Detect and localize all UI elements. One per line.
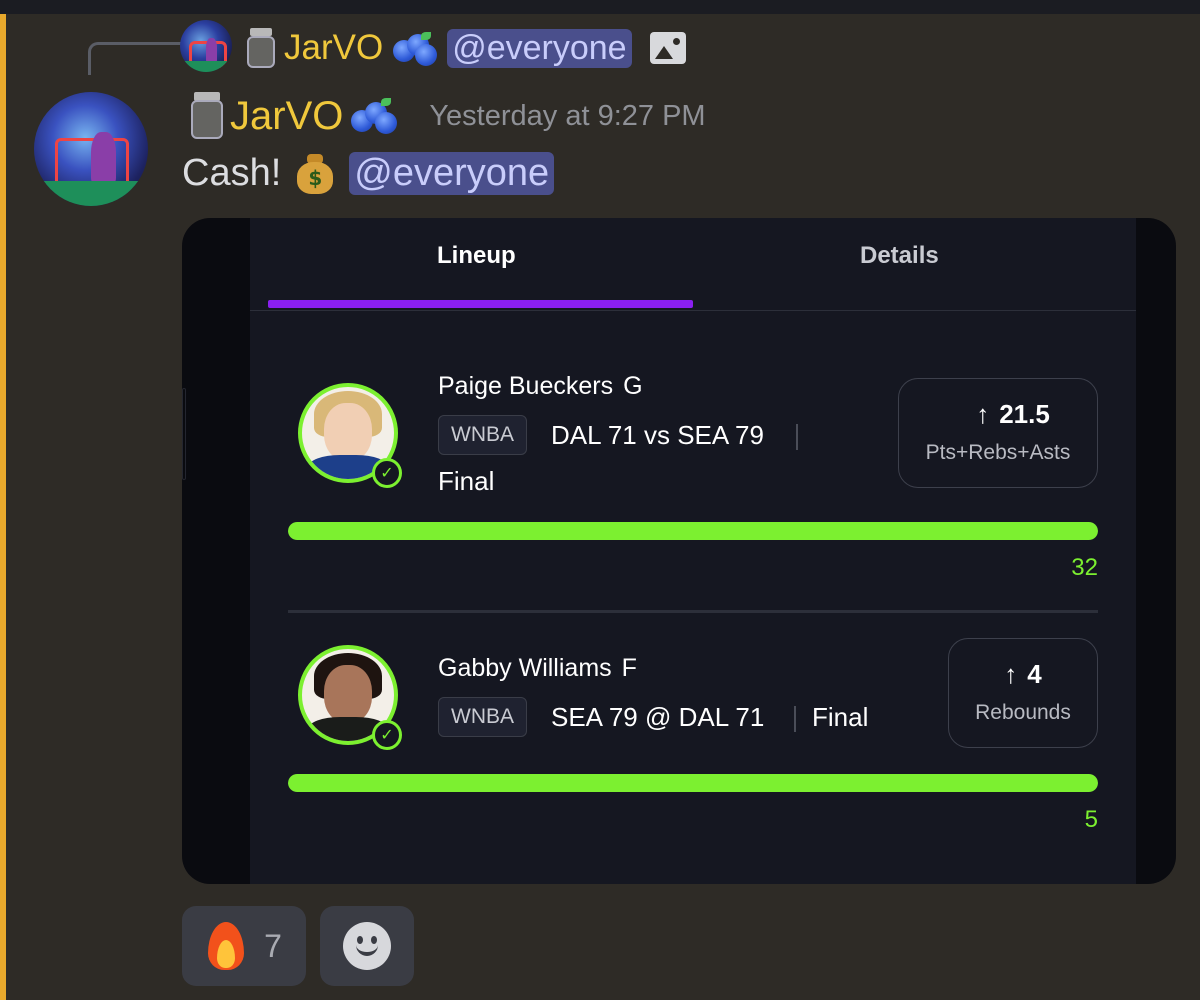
reply-preview[interactable]: JarVO @everyone [246,22,686,74]
tab-lineup[interactable]: Lineup [437,242,516,270]
actual-value: 32 [1071,554,1098,581]
mention-highlight-bar [0,14,6,1000]
line-stat: Rebounds [975,701,1071,724]
message-mention[interactable]: @everyone [349,151,555,195]
line-stat: Pts+Rebs+Asts [925,441,1071,464]
actual-value: 5 [1084,806,1098,833]
pick-divider [288,610,1098,613]
message-header: JarVO Yesterday at 9:27 PM [190,86,706,146]
progress-bar [288,774,1098,792]
active-tab-indicator [268,300,693,308]
reply-author[interactable]: JarVO [284,28,383,68]
line-box[interactable]: ↑ 4 Rebounds [948,638,1098,748]
game-score: DAL 71 vs SEA 79 [551,420,764,450]
jar-icon [190,92,224,140]
top-bar [0,0,1200,14]
fire-icon [206,922,246,970]
tab-divider [250,310,1136,311]
jar-icon [246,28,276,68]
player-name: Paige Bueckers G [438,372,643,400]
lineup-panel: Lineup Details ✓ Paige Bueckers G WNBA DA… [250,218,1136,884]
league-badge: WNBA [438,415,527,455]
separator [794,706,796,732]
message-author[interactable]: JarVO [230,94,343,139]
progress-fill [288,522,1098,540]
player-name: Gabby Williams F [438,654,637,682]
league-badge: WNBA [438,697,527,737]
progress-bar [288,522,1098,540]
add-reaction-button[interactable] [320,906,414,986]
line-value: 4 [1027,659,1042,689]
tab-details[interactable]: Details [860,242,939,270]
image-attachment[interactable]: Lineup Details ✓ Paige Bueckers G WNBA DA… [182,218,1176,884]
progress-fill [288,774,1098,792]
reaction-count: 7 [264,927,282,964]
blueberries-icon [391,30,439,66]
game-status: Final [812,702,869,732]
smiley-icon [343,922,391,970]
separator [796,424,798,450]
background-ghost [182,388,186,480]
author-avatar[interactable] [34,92,148,206]
blueberries-icon [349,98,398,134]
reply-mention[interactable]: @everyone [447,28,632,68]
line-box[interactable]: ↑ 21.5 Pts+Rebs+Asts [898,378,1098,488]
message-content: Cash! $ @everyone [182,146,555,200]
check-icon: ✓ [372,458,402,488]
image-icon [649,32,686,64]
message-text: Cash! [182,151,282,194]
up-arrow-icon: ↑ [976,399,990,429]
up-arrow-icon: ↑ [1004,659,1018,689]
message-timestamp: Yesterday at 9:27 PM [429,99,706,132]
game-status: Final [438,466,495,496]
game-score: SEA 79 @ DAL 71 [551,702,765,732]
check-icon: ✓ [372,720,402,750]
reply-avatar[interactable] [180,20,232,72]
reply-connector [88,42,181,75]
line-value: 21.5 [999,399,1050,429]
reaction-fire[interactable]: 7 [182,906,306,986]
money-bag-icon: $ [295,152,335,194]
